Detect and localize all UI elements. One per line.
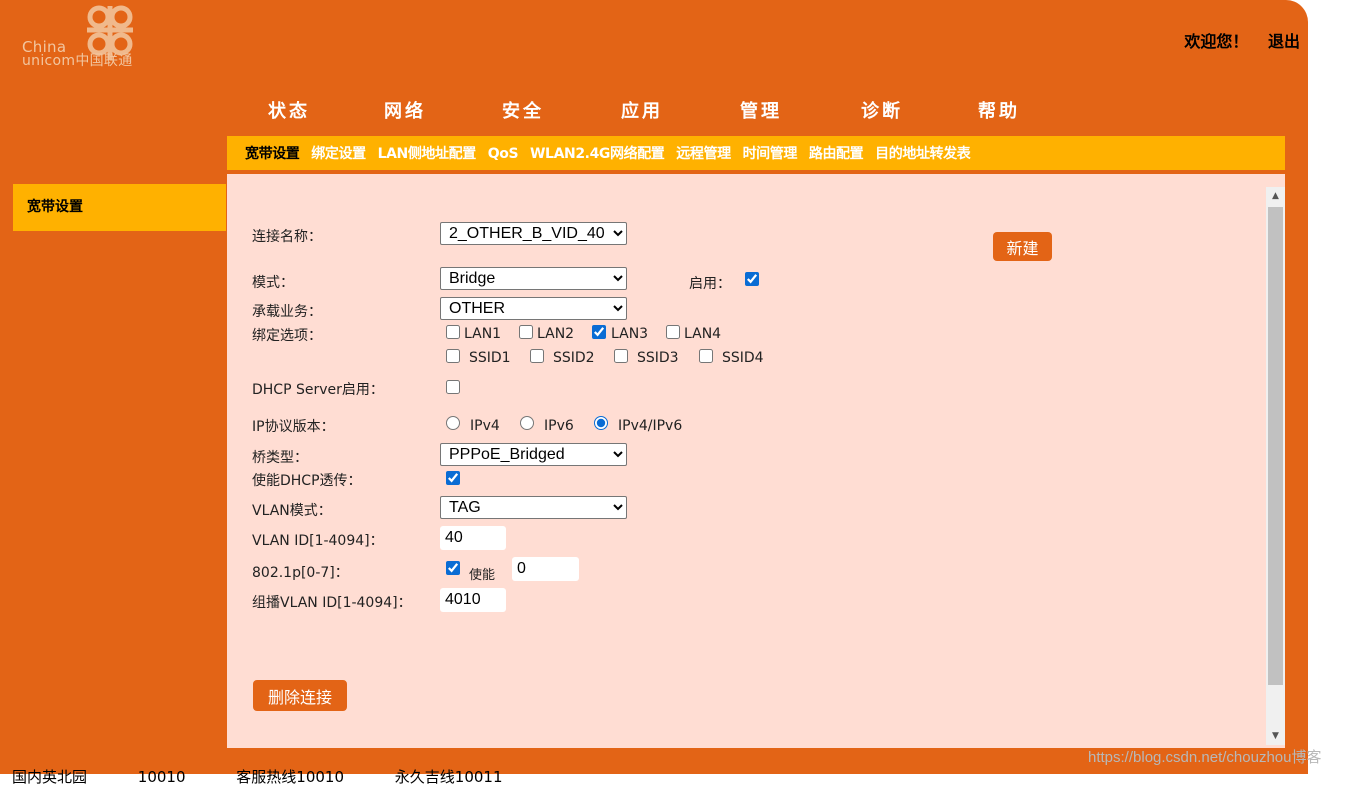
enable-label: 启用： — [689, 276, 731, 292]
binding-ssid2-checkbox[interactable] — [530, 349, 544, 363]
side-menu-broadband[interactable]: 宽带设置 — [13, 184, 226, 231]
binding-lan2-label: LAN2 — [537, 326, 575, 342]
logo-line2: unicom中国联通 — [22, 53, 133, 69]
ipv4-ipv6-radio[interactable] — [594, 416, 608, 430]
mcast-vlan-input[interactable] — [440, 588, 506, 612]
china-unicom-logo: China unicom中国联通 — [22, 2, 152, 72]
binding-lan3-label: LAN3 — [611, 326, 649, 342]
logo-text: China unicom中国联通 — [22, 38, 133, 69]
dot1p-label: 802.1p[0-7]： — [252, 565, 349, 581]
scroll-up-arrow-icon[interactable]: ▲ — [1266, 189, 1285, 203]
footer-item: 10010 — [137, 768, 186, 786]
dhcp-server-label: DHCP Server启用： — [252, 382, 384, 398]
logo-line1: China — [22, 38, 67, 56]
content-panel: 连接名称： 2_OTHER_B_VID_40 新建 模式： Bridge 启用：… — [227, 174, 1285, 748]
nav-application[interactable]: 应用 — [621, 97, 663, 123]
dot1p-enable-checkbox[interactable] — [446, 561, 460, 575]
footer-item: 国内英北园 — [12, 768, 88, 786]
dhcp-passthrough-label: 使能DHCP透传： — [252, 473, 362, 489]
nav-management[interactable]: 管理 — [740, 97, 782, 123]
new-button[interactable]: 新建 — [993, 232, 1052, 261]
scroll-down-arrow-icon[interactable]: ▼ — [1266, 729, 1285, 743]
binding-ssid1-checkbox[interactable] — [446, 349, 460, 363]
delete-connection-button[interactable]: 删除连接 — [253, 680, 347, 711]
vlan-mode-select[interactable]: TAG — [440, 496, 627, 519]
bridge-type-label: 桥类型： — [252, 450, 308, 466]
ipv6-radio[interactable] — [520, 416, 534, 430]
logout-link[interactable]: 退出 — [1268, 32, 1300, 51]
subnav-dest-forward[interactable]: 目的地址转发表 — [875, 146, 971, 162]
connection-name-select[interactable]: 2_OTHER_B_VID_40 — [440, 222, 627, 245]
footer-item: 永久吉线10011 — [394, 768, 503, 786]
mcast-vlan-label: 组播VLAN ID[1-4094]： — [252, 595, 412, 611]
ipv6-label: IPv6 — [544, 418, 574, 434]
connection-name-label: 连接名称： — [252, 229, 322, 245]
ipv4-label: IPv4 — [470, 418, 500, 434]
binding-lan1-checkbox[interactable] — [446, 325, 460, 339]
content-scrollbar[interactable]: ▲ ▼ — [1266, 187, 1285, 745]
dot1p-input[interactable] — [512, 557, 579, 581]
router-frame: China unicom中国联通 欢迎您！ 退出 状态 网络 安全 应用 管理 … — [0, 0, 1308, 786]
scroll-thumb[interactable] — [1268, 207, 1283, 685]
enable-checkbox[interactable] — [745, 272, 759, 286]
subnav-binding[interactable]: 绑定设置 — [311, 146, 366, 162]
subnav-route-config[interactable]: 路由配置 — [809, 146, 864, 162]
subnav-broadband[interactable]: 宽带设置 — [245, 146, 300, 162]
binding-ssid3-label: SSID3 — [637, 350, 679, 366]
footer: 国内英北园 10010 客服热线10010 永久吉线10011 — [12, 766, 549, 787]
nav-diagnosis[interactable]: 诊断 — [861, 97, 903, 123]
binding-lan4-label: LAN4 — [684, 326, 722, 342]
vlan-mode-label: VLAN模式： — [252, 503, 332, 519]
dhcp-passthrough-checkbox[interactable] — [446, 471, 460, 485]
service-select[interactable]: OTHER — [440, 297, 627, 320]
nav-network[interactable]: 网络 — [384, 97, 426, 123]
vlan-id-label: VLAN ID[1-4094]： — [252, 533, 384, 549]
header-user-area: 欢迎您！ 退出 — [1170, 28, 1300, 52]
nav-security[interactable]: 安全 — [502, 97, 544, 123]
subnav-lan-address[interactable]: LAN侧地址配置 — [378, 146, 477, 162]
subnav-time-mgmt[interactable]: 时间管理 — [743, 146, 798, 162]
binding-ssid3-checkbox[interactable] — [614, 349, 628, 363]
binding-lan1-label: LAN1 — [464, 326, 502, 342]
ipv4-radio[interactable] — [446, 416, 460, 430]
binding-label: 绑定选项： — [252, 328, 322, 344]
binding-ssid4-label: SSID4 — [722, 350, 764, 366]
watermark: https://blog.csdn.net/chouzhou博客 — [1088, 749, 1322, 766]
binding-ssid1-label: SSID1 — [469, 350, 511, 366]
mode-select[interactable]: Bridge — [440, 267, 627, 290]
dhcp-server-checkbox[interactable] — [446, 380, 460, 394]
subnav-qos[interactable]: QoS — [488, 146, 519, 162]
nav-help[interactable]: 帮助 — [978, 97, 1020, 123]
bridge-type-select[interactable]: PPPoE_Bridged — [440, 443, 627, 466]
service-label: 承载业务： — [252, 304, 322, 320]
binding-lan2-checkbox[interactable] — [519, 325, 533, 339]
binding-ssid4-checkbox[interactable] — [699, 349, 713, 363]
binding-lan4-checkbox[interactable] — [666, 325, 680, 339]
vlan-id-input[interactable] — [440, 526, 506, 550]
binding-lan3-checkbox[interactable] — [592, 325, 606, 339]
welcome-text: 欢迎您！ — [1184, 32, 1249, 51]
footer-item: 客服热线10010 — [236, 768, 345, 786]
mode-label: 模式： — [252, 275, 294, 291]
dot1p-enable-label: 使能 — [469, 568, 496, 583]
binding-ssid2-label: SSID2 — [553, 350, 595, 366]
subnav-remote-mgmt[interactable]: 远程管理 — [676, 146, 731, 162]
ipv4-ipv6-label: IPv4/IPv6 — [618, 418, 683, 434]
sub-nav: 宽带设置 绑定设置 LAN侧地址配置 QoS WLAN2.4G网络配置 远程管理… — [227, 136, 1285, 172]
subnav-wlan24[interactable]: WLAN2.4G网络配置 — [530, 146, 665, 162]
ip-version-label: IP协议版本： — [252, 419, 335, 435]
nav-status[interactable]: 状态 — [268, 97, 310, 123]
